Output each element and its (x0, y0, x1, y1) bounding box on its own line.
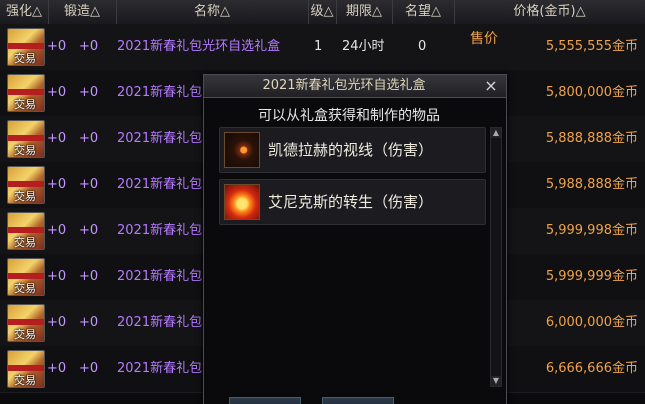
price-value: 5,555,555金币 (545, 39, 638, 54)
trade-tag: 交易 (14, 282, 36, 295)
close-icon[interactable]: × (482, 76, 500, 96)
enhance-value: +0 (47, 315, 67, 330)
trade-tag: 交易 (14, 236, 36, 249)
forge-value: +0 (79, 223, 99, 238)
trade-tag: 交易 (14, 374, 36, 387)
forge-value: +0 (79, 315, 99, 330)
dialog-button-left[interactable] (229, 397, 301, 404)
trade-tag: 交易 (14, 190, 36, 203)
dialog-item-label: 艾尼克斯的转生（伤害） (268, 193, 434, 211)
price-value: 6,666,666金币 (545, 361, 638, 376)
price-value: 5,888,888金币 (545, 131, 638, 146)
col-period[interactable]: 期限△ (336, 0, 393, 24)
dialog-button-right[interactable] (322, 397, 394, 404)
enhance-value: +0 (47, 131, 67, 146)
ribbon-shape (8, 365, 44, 371)
enhance-value: +0 (47, 361, 67, 376)
price-value: 5,999,999金币 (545, 269, 638, 284)
col-name[interactable]: 名称△ (116, 0, 309, 24)
ribbon-shape (8, 89, 44, 95)
forge-value: +0 (79, 85, 99, 100)
item-name: 2021新春礼包 (117, 177, 203, 192)
ribbon-shape (8, 43, 44, 49)
enhance-value: +0 (47, 223, 67, 238)
forge-value: +0 (79, 177, 99, 192)
ribbon-shape (8, 227, 44, 233)
fame-value: 0 (418, 39, 427, 54)
item-name: 2021新春礼包 (117, 223, 203, 238)
dialog-item-0[interactable]: 凯德拉赫的视线（伤害） (219, 127, 486, 173)
price-value: 5,999,998金币 (545, 223, 638, 238)
trade-tag: 交易 (14, 98, 36, 111)
enhance-value: +0 (47, 85, 67, 100)
enhance-value: +0 (47, 39, 67, 54)
col-level[interactable]: 级△ (308, 0, 337, 24)
price-value: 5,988,888金币 (545, 177, 638, 192)
scroll-up-icon[interactable]: ▲ (491, 128, 501, 138)
dialog-item-1[interactable]: 艾尼克斯的转生（伤害） (219, 179, 486, 225)
ribbon-shape (8, 273, 44, 279)
dialog-scrollbar[interactable]: ▲ ▼ (490, 127, 502, 387)
scroll-down-icon[interactable]: ▼ (491, 376, 501, 386)
level-value: 1 (314, 39, 323, 54)
price-value: 5,800,000金币 (545, 85, 638, 100)
forge-value: +0 (79, 269, 99, 284)
item-name: 2021新春礼包 (117, 85, 203, 100)
item-name: 2021新春礼包 (117, 131, 203, 146)
item-name: 2021新春礼包光环自选礼盒 (117, 39, 281, 54)
col-forge[interactable]: 锻造△ (48, 0, 117, 24)
enhance-value: +0 (47, 269, 67, 284)
gift-box-icon: 交易 (7, 304, 45, 342)
item-name: 2021新春礼包 (117, 269, 203, 284)
trade-tag: 交易 (14, 144, 36, 157)
dialog-item-label: 凯德拉赫的视线（伤害） (268, 141, 434, 159)
forge-value: +0 (79, 131, 99, 146)
gift-box-icon: 交易 (7, 28, 45, 66)
forge-value: +0 (79, 361, 99, 376)
price-value: 6,000,000金币 (545, 315, 638, 330)
gift-box-icon: 交易 (7, 166, 45, 204)
trade-tag: 交易 (14, 328, 36, 341)
dialog-titlebar[interactable]: 2021新春礼包光环自选礼盒 × (204, 75, 506, 98)
ribbon-shape (8, 181, 44, 187)
ribbon-shape (8, 319, 44, 325)
gift-box-icon: 交易 (7, 258, 45, 296)
phoenix-icon (224, 184, 260, 220)
col-fame[interactable]: 名望△ (392, 0, 455, 24)
item-name: 2021新春礼包 (117, 361, 203, 376)
gift-box-icon: 交易 (7, 350, 45, 388)
gift-box-icon: 交易 (7, 120, 45, 158)
col-price[interactable]: 价格(金币)△ (454, 0, 645, 24)
buy-label: 售价 (470, 31, 498, 47)
gift-box-icon: 交易 (7, 74, 45, 112)
gift-box-dialog: 2021新春礼包光环自选礼盒 × 可以从礼盒获得和制作的物品 凯德拉赫的视线（伤… (203, 74, 507, 404)
table-row[interactable]: 交易 +0 +0 2021新春礼包光环自选礼盒 1 24小时 0 5,555,5… (0, 24, 645, 71)
auction-window: 强化△ 锻造△ 名称△ 级△ 期限△ 名望△ 价格(金币)△ 交易 +0 +0 … (0, 0, 645, 404)
dialog-subtitle: 可以从礼盒获得和制作的物品 (258, 108, 440, 124)
dark-eye-icon (224, 132, 260, 168)
trade-tag: 交易 (14, 52, 36, 65)
forge-value: +0 (79, 39, 99, 54)
dialog-title: 2021新春礼包光环自选礼盒 (262, 78, 426, 93)
gift-box-icon: 交易 (7, 212, 45, 250)
enhance-value: +0 (47, 177, 67, 192)
col-enhance[interactable]: 强化△ (0, 0, 49, 24)
period-value: 24小时 (342, 39, 385, 54)
item-name: 2021新春礼包 (117, 315, 203, 330)
table-header: 强化△ 锻造△ 名称△ 级△ 期限△ 名望△ 价格(金币)△ (0, 0, 645, 25)
ribbon-shape (8, 135, 44, 141)
